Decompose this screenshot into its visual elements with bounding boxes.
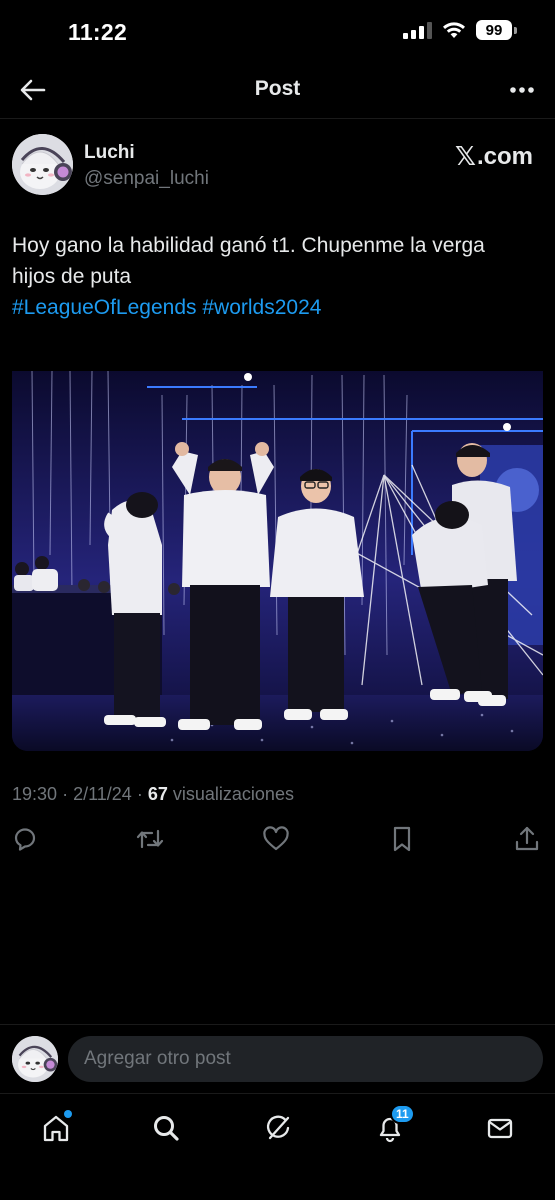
notifications-badge: 11 — [390, 1104, 415, 1124]
share-button[interactable] — [512, 824, 542, 854]
bookmark-icon — [393, 826, 411, 852]
reply-button[interactable] — [10, 824, 40, 854]
repost-button[interactable] — [135, 824, 165, 854]
battery-icon: 99 — [476, 20, 517, 40]
page-title: Post — [254, 77, 301, 100]
author-name[interactable]: Luchi — [84, 142, 135, 164]
wifi-icon — [443, 22, 465, 38]
top-bar: Post — [0, 64, 555, 116]
reply-bar — [0, 1025, 555, 1093]
x-com-label[interactable]: 𝕏 .com — [455, 142, 533, 172]
avatar-image — [12, 1036, 58, 1082]
nav-home[interactable] — [38, 1110, 74, 1146]
header-divider — [0, 118, 555, 119]
bottom-nav: 11 — [0, 1093, 555, 1200]
post-photo — [12, 355, 543, 751]
repost-icon — [136, 829, 164, 849]
meta-separator: · — [136, 784, 143, 804]
post-hashtags: #LeagueOfLegends #worlds2024 — [12, 292, 543, 323]
reply-input[interactable] — [68, 1036, 543, 1082]
nav-messages[interactable] — [482, 1110, 518, 1146]
nav-grok[interactable] — [260, 1110, 296, 1146]
home-new-indicator — [64, 1110, 72, 1118]
post-text-line-2: hijos de puta — [12, 265, 132, 288]
x-logo-icon: 𝕏 — [455, 142, 476, 172]
status-indicators: 99 — [403, 20, 517, 40]
view-label: visualizaciones — [172, 784, 294, 804]
x-com-text: .com — [476, 143, 533, 170]
avatar-image — [12, 134, 73, 195]
grok-icon — [266, 1115, 290, 1140]
like-button[interactable] — [261, 824, 291, 854]
cellular-signal-icon — [403, 21, 432, 39]
post-time: 19:30 — [12, 784, 58, 804]
more-icon — [510, 87, 534, 93]
hashtag-link[interactable]: #LeagueOfLegends — [12, 296, 197, 319]
post-media[interactable] — [12, 355, 543, 751]
nav-search[interactable] — [148, 1110, 184, 1146]
more-options-button[interactable] — [505, 74, 539, 106]
reply-icon — [14, 828, 36, 851]
post-text: Hoy gano la habilidad ganó t1. Chupenme … — [12, 230, 543, 323]
post-author: Luchi @senpai_luchi 𝕏 .com — [12, 134, 543, 198]
hashtag-link[interactable]: #worlds2024 — [202, 296, 321, 319]
nav-notifications[interactable]: 11 — [372, 1104, 415, 1146]
messages-icon — [487, 1118, 513, 1139]
meta-separator: · — [62, 784, 69, 804]
status-bar: 11:22 99 — [0, 0, 555, 64]
post-date: 2/11/24 — [73, 784, 132, 804]
status-time: 11:22 — [68, 19, 128, 45]
post-text-line-1: Hoy gano la habilidad ganó t1. Chupenme … — [12, 234, 485, 257]
my-avatar[interactable] — [12, 1036, 58, 1082]
search-icon — [154, 1116, 179, 1141]
post-actions — [0, 824, 555, 858]
battery-level: 99 — [476, 20, 512, 40]
post-meta: 19:30 · 2/11/24 · 67 visualizaciones — [12, 784, 294, 805]
like-icon — [263, 826, 289, 851]
author-handle[interactable]: @senpai_luchi — [84, 168, 209, 190]
author-avatar[interactable] — [12, 134, 73, 195]
share-icon — [515, 826, 539, 851]
view-count[interactable]: 67 — [148, 784, 168, 804]
bookmark-button[interactable] — [387, 824, 417, 854]
